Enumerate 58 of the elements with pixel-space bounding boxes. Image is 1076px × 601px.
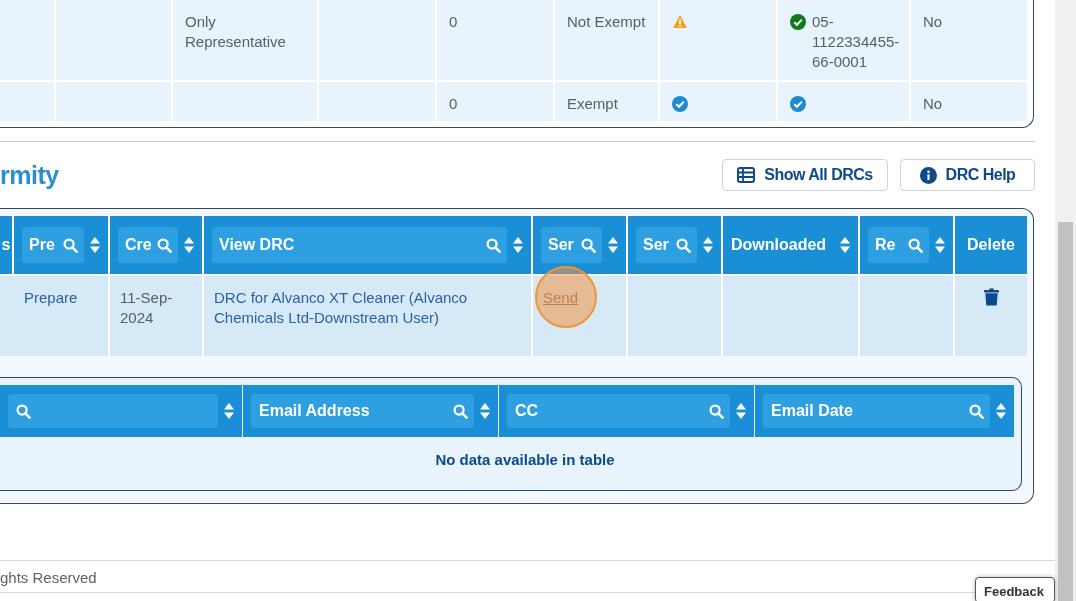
search-icon [157,237,172,253]
cell-text: 0 [449,12,458,32]
column-search-field[interactable]: Ser [636,227,697,263]
drc-link[interactable]: DRC for Alvanco XT Cleaner (Alvanco Chemicals Ltd-Downstream User) [214,288,521,328]
search-icon [16,403,31,419]
scrollbar[interactable] [1055,0,1076,601]
cell-text: Not Exempt [567,12,646,32]
column-header: Downloaded [723,216,858,274]
sort-icon[interactable] [224,403,234,419]
cell-text: No [923,94,943,114]
search-icon [453,403,468,419]
copyright-text: ghts Reserved [0,569,97,586]
sort-icon[interactable] [840,237,850,253]
search-icon [908,237,923,253]
column-search-field[interactable]: View DRC [212,227,507,263]
empty-table-message: No data available in table [435,451,615,468]
search-icon [676,237,691,253]
cell-text: Exempt [567,94,618,114]
sort-icon[interactable] [513,237,523,253]
cell-text: 0 [449,94,458,114]
column-search-field[interactable]: Pre [22,227,84,263]
show-all-button[interactable]: Show All DRCs [722,159,888,191]
list-icon [737,167,756,183]
feedback-tab[interactable]: Feedback [975,577,1055,601]
sort-icon[interactable] [480,403,490,419]
search-icon [969,403,984,419]
column-search-field[interactable]: CC [507,394,730,428]
sort-icon[interactable] [90,237,100,253]
sort-icon[interactable] [608,237,618,253]
trash-icon[interactable] [983,288,999,306]
info-icon [919,166,937,184]
drc-link[interactable]: Prepare [24,288,98,308]
column-search-field[interactable]: Email Date [763,394,990,428]
sort-icon[interactable] [736,403,746,419]
search-icon [63,237,78,253]
sort-icon[interactable] [935,237,945,253]
help-button[interactable]: DRC Help [900,159,1035,191]
cell-text: 05-1122334455-66-0001 [812,12,900,72]
column-search-field[interactable]: Ser [541,227,602,263]
section-title: rmity [0,160,59,190]
search-icon [709,403,724,419]
search-icon [581,237,596,253]
search-icon [486,237,501,253]
cell-text: Only Representative [185,12,287,52]
scrollbar-thumb[interactable] [1058,222,1073,601]
date-text: 11-Sep-2024 [120,289,173,326]
send-link[interactable]: Send [543,289,579,306]
column-search-field[interactable]: Email Address [251,394,474,428]
sort-icon[interactable] [703,237,713,253]
column-search-field[interactable]: Cre [118,227,178,263]
column-header: s [0,216,12,274]
column-search-field[interactable] [8,394,218,428]
column-header: Delete [955,216,1027,274]
warning-icon [672,14,688,29]
cell-text: No [923,12,943,32]
sort-icon[interactable] [996,403,1006,419]
sort-icon[interactable] [184,237,194,253]
column-search-field[interactable]: Re [868,227,929,263]
